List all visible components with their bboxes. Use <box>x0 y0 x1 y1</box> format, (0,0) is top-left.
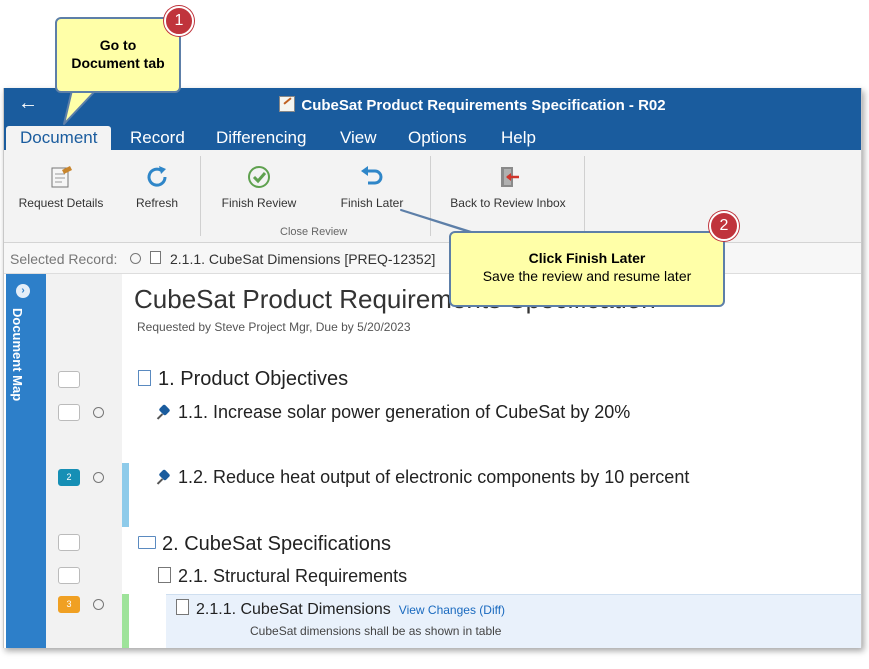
callout-one-line2: Document tab <box>71 55 165 71</box>
callout-pointers <box>63 89 501 242</box>
callout-one-pointer <box>63 89 97 125</box>
callout-go-to-document-tab: Go to Document tab <box>55 17 181 93</box>
step-badge-2: 2 <box>709 211 739 241</box>
callout-one-line1: Go to <box>99 37 137 53</box>
callout-finish-later: Click Finish Later Save the review and r… <box>449 231 725 307</box>
callout-two-title: Click Finish Later <box>528 250 646 266</box>
step-badge-1: 1 <box>164 6 194 36</box>
callout-two-subtitle: Save the review and resume later <box>482 268 692 284</box>
